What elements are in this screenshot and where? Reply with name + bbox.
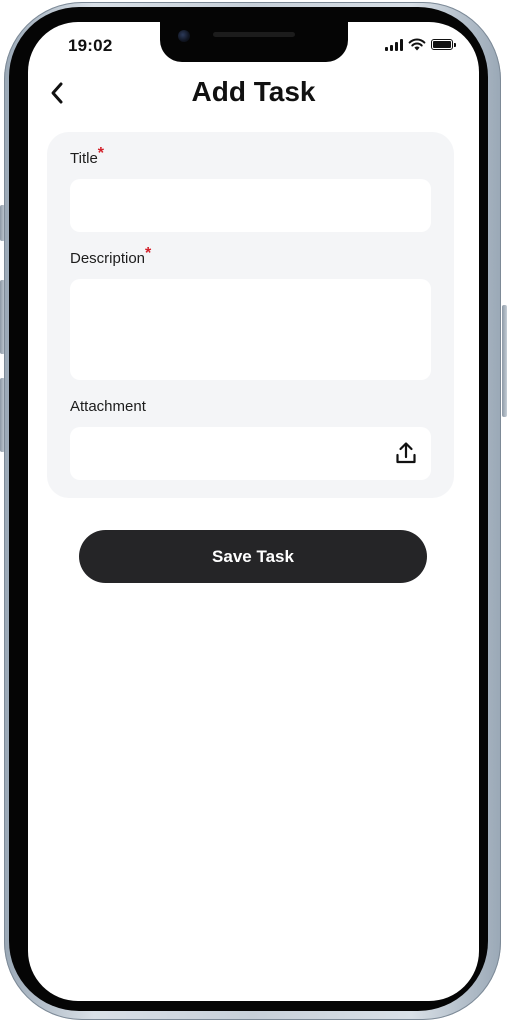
speaker-grille xyxy=(213,32,295,37)
front-camera xyxy=(178,30,190,42)
upload-icon[interactable] xyxy=(395,441,417,465)
page-title: Add Task xyxy=(191,76,316,107)
app-screen: 19:02 Add Task Title* Description* Attac… xyxy=(28,22,479,1001)
required-marker: * xyxy=(145,245,152,262)
status-time: 19:02 xyxy=(68,36,113,55)
device-mockup: 19:02 Add Task Title* Description* Attac… xyxy=(0,0,507,1024)
attachment-field[interactable] xyxy=(70,427,431,480)
header: Add Task xyxy=(28,72,479,116)
battery-level xyxy=(433,41,451,48)
required-marker: * xyxy=(97,145,105,162)
task-form: Title* Description* Attachment xyxy=(47,132,454,498)
wifi-icon xyxy=(408,38,426,51)
attachment-label: Attachment xyxy=(70,398,146,415)
title-input[interactable] xyxy=(70,179,431,232)
title-label: Title* xyxy=(70,145,105,167)
cellular-signal-icon xyxy=(385,38,403,51)
notch xyxy=(160,22,348,62)
description-label: Description* xyxy=(70,245,152,267)
description-input[interactable] xyxy=(70,279,431,380)
save-task-button[interactable]: Save Task xyxy=(79,530,427,583)
power-button xyxy=(502,305,507,417)
battery-icon xyxy=(431,39,456,50)
status-icons xyxy=(385,38,456,51)
